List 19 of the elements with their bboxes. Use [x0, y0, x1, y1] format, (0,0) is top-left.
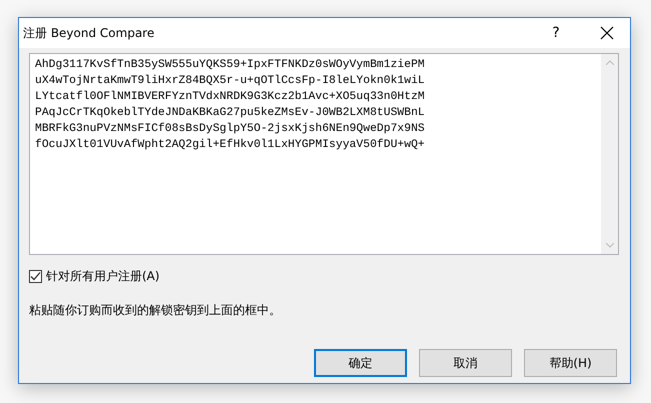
dialog-button[interactable]: 取消 — [419, 349, 512, 377]
key-line: uX4wTojNrtaKmwT9liHxrZ84BQX5r-u+qOTlCcsFp-I8leLYokn0k1wiL — [35, 74, 426, 89]
window-title: 注册 Beyond Compare — [23, 24, 156, 42]
key-line: fOcuJXlt01VUvAfWpht2AQ2gil+EfHkv0l1LxHYGPMIsyyaV50fDU+wQ+ — [35, 138, 426, 153]
checkbox-label: 针对所有用户注册(A) — [46, 268, 160, 285]
scroll-up-icon — [606, 60, 614, 65]
key-line: AhDg3117KvSfTnB35ySW555uYQKS59+IpxFTFNKDz0sWOyVymBm1ziePM — [35, 58, 426, 73]
key-line: PAqJcCrTKqOkeblTYdeJNDaKBKaG27pu5keZMsEv-J0WB2LXM8tUSWBnL — [35, 106, 426, 121]
dialog-button[interactable]: 帮助(H) — [524, 349, 617, 377]
scroll-down-icon — [606, 243, 614, 248]
help-button[interactable]: ? — [528, 18, 584, 48]
dialog-button[interactable]: 确定 — [314, 349, 407, 377]
checkbox[interactable] — [29, 270, 42, 283]
key-text-area[interactable] — [29, 53, 619, 255]
scrollbar[interactable] — [601, 54, 618, 254]
close-icon — [600, 26, 614, 40]
key-line: MBRFkG3nuPVzNMsFICf08sBsDySglpY5O-2jsxKjsh6NEn9QweDp7x9NS — [35, 122, 426, 137]
key-line: LYtcatfl0OFlNMIBVERFYznTVdxNRDK9G3Kcz2b1Avc+XO5uq33n0HtzM — [35, 90, 426, 105]
hint-text: 粘贴随你订购而收到的解锁密钥到上面的框中。 — [29, 302, 282, 319]
